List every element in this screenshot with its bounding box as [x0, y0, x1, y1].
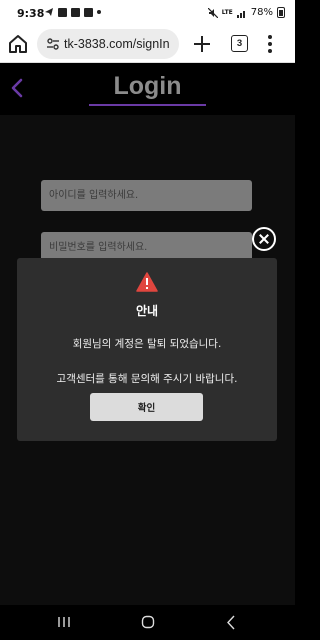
confirm-button[interactable]: 확인 [90, 393, 203, 421]
home-nav-icon[interactable] [141, 615, 155, 629]
status-bar: 9:38 LTE 78% [0, 0, 295, 26]
site-settings-icon[interactable] [46, 37, 60, 51]
close-icon[interactable] [252, 227, 276, 251]
browser-toolbar: tk-3838.com/signIn 3 [0, 26, 295, 63]
home-button[interactable] [6, 32, 30, 56]
alert-dialog: 안내 회원님의 계정은 탈퇴 되었습니다. 고객센터를 통해 문의해 주시기 바… [17, 258, 277, 441]
system-nav-bar [0, 605, 295, 640]
warning-icon [136, 272, 158, 292]
new-tab-button[interactable] [190, 32, 214, 56]
url-text[interactable]: tk-3838.com/signIn [64, 37, 174, 51]
volte-icon: LTE [221, 8, 233, 16]
message-icon [71, 7, 80, 17]
more-notifications-dot [97, 10, 101, 14]
image-icon [58, 7, 67, 17]
status-notification-icons [44, 7, 101, 17]
title-underline [89, 104, 206, 106]
more-menu-icon[interactable] [266, 34, 274, 54]
page-title: Login [113, 72, 182, 100]
recent-apps-icon[interactable] [57, 616, 71, 628]
tab-switcher-button[interactable]: 3 [231, 35, 248, 52]
back-nav-icon[interactable] [226, 615, 236, 630]
mute-icon [207, 7, 218, 18]
dialog-message-secondary: 고객센터를 통해 문의해 주시기 바랍니다. [56, 373, 238, 385]
dialog-title: 안내 [135, 304, 159, 318]
battery-icon [277, 7, 285, 18]
page-header: Login [0, 63, 295, 115]
signal-icon [236, 10, 245, 18]
address-bar[interactable]: tk-3838.com/signIn [37, 29, 179, 59]
telegram-icon [45, 8, 53, 16]
battery-percent: 78% [250, 7, 273, 18]
status-time: 9:38 [17, 7, 45, 20]
status-right-icons: LTE 78% [207, 7, 285, 18]
user-id-input[interactable] [41, 180, 252, 211]
check-icon [84, 7, 93, 17]
dialog-message: 회원님의 계정은 탈퇴 되었습니다. [72, 338, 222, 350]
